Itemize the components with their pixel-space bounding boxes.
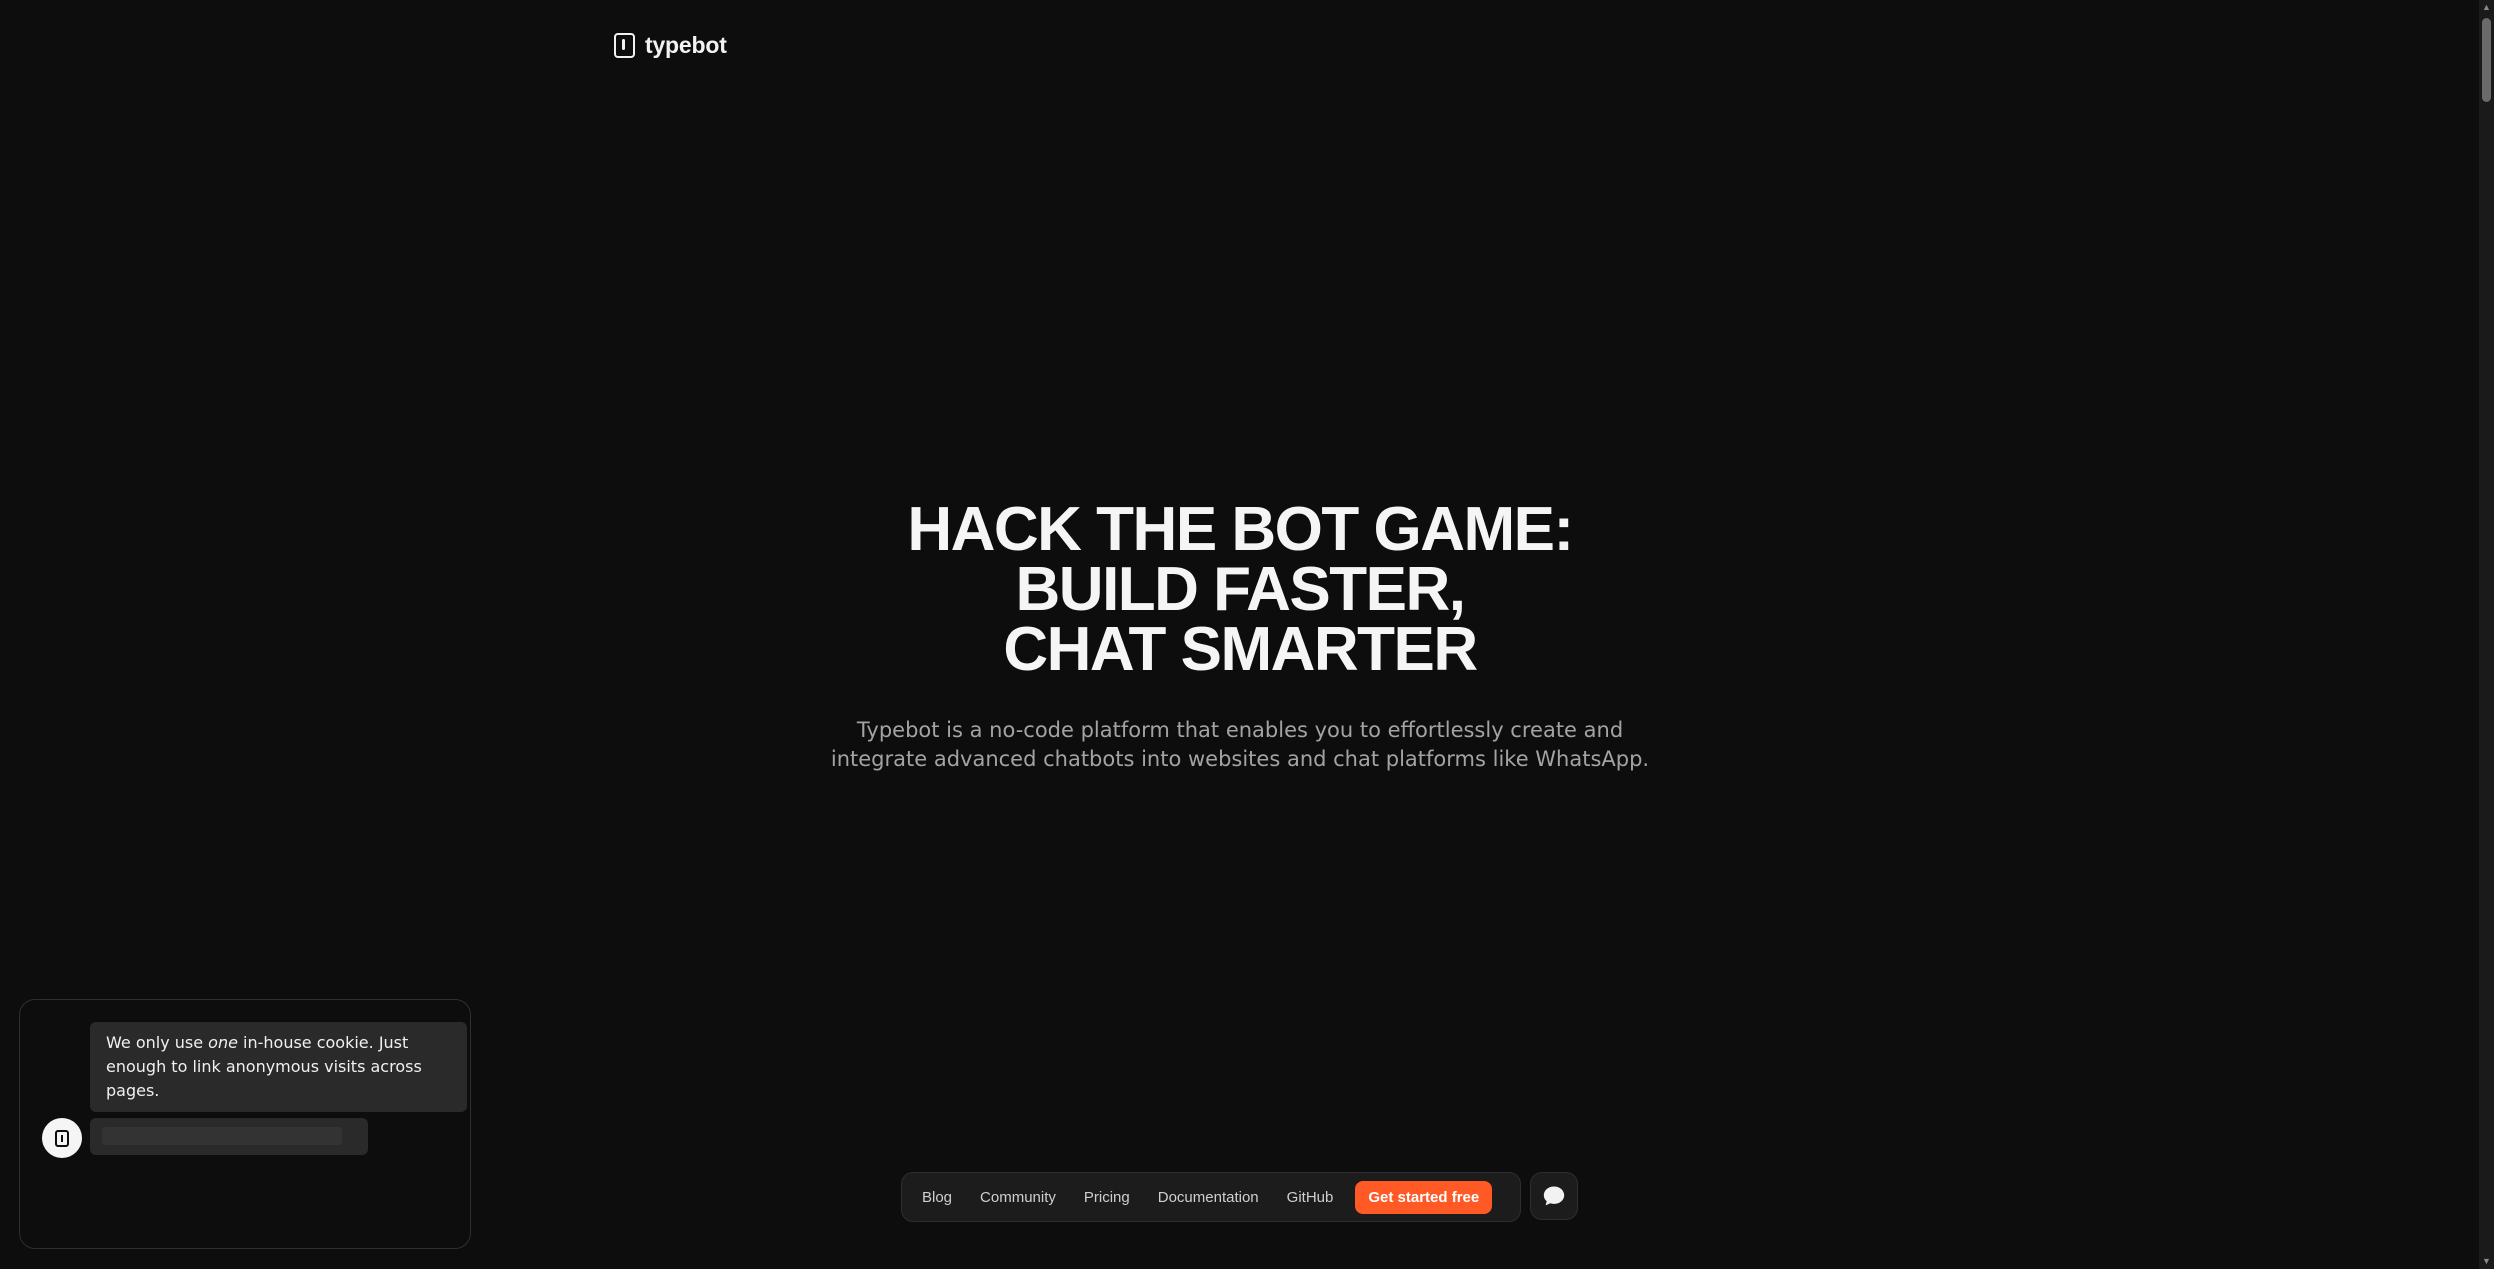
bottom-navbar: Blog Community Pricing Documentation Git… <box>901 1172 1521 1222</box>
typebot-logo-icon <box>55 1129 69 1147</box>
hero-title-line-3: CHAT SMARTER <box>1003 615 1478 684</box>
bot-typing-bubble <box>90 1118 368 1155</box>
nav-link-documentation[interactable]: Documentation <box>1146 1181 1271 1214</box>
logo-text: typebot <box>645 32 727 58</box>
scroll-down-icon[interactable]: ▼ <box>2479 1254 2494 1269</box>
page: typebot HACK THE BOT GAME: BUILD FASTER,… <box>0 0 2494 1269</box>
chat-bubble-icon <box>1543 1186 1565 1206</box>
get-started-button[interactable]: Get started free <box>1355 1180 1493 1214</box>
loading-placeholder <box>102 1127 342 1145</box>
hero-subtitle-line-2: integrate advanced chatbots into website… <box>830 747 1650 771</box>
nav-link-github[interactable]: GitHub <box>1275 1181 1346 1214</box>
hero-subtitle-line-1: Typebot is a no-code platform that enabl… <box>856 718 1624 742</box>
bot-avatar <box>42 1118 82 1158</box>
cookie-bot-panel: We only use one in-house cookie. Just en… <box>19 999 471 1249</box>
scroll-up-icon[interactable]: ▲ <box>2479 0 2494 15</box>
typebot-logo-icon <box>614 33 635 58</box>
cookie-message-before: We only use <box>106 1033 209 1052</box>
header-logo-link[interactable]: typebot <box>614 32 727 59</box>
nav-link-community[interactable]: Community <box>968 1181 1068 1214</box>
scroll-thumb[interactable] <box>2482 18 2491 102</box>
hero-title-line-1: HACK THE BOT GAME: <box>907 495 1574 564</box>
chat-launcher-button[interactable] <box>1530 1172 1578 1220</box>
nav-link-pricing[interactable]: Pricing <box>1072 1181 1142 1214</box>
cookie-message-bubble: We only use one in-house cookie. Just en… <box>90 1022 467 1112</box>
hero-subtitle: Typebot is a no-code platform that enabl… <box>0 716 2480 774</box>
page-scrollbar[interactable]: ▲ ▼ <box>2479 0 2494 1269</box>
nav-link-blog[interactable]: Blog <box>910 1181 964 1214</box>
hero-title-line-2: BUILD FASTER, <box>1015 555 1466 624</box>
hero-title: HACK THE BOT GAME: BUILD FASTER, CHAT SM… <box>0 495 2480 684</box>
cookie-message-emphasis: one <box>208 1033 238 1052</box>
